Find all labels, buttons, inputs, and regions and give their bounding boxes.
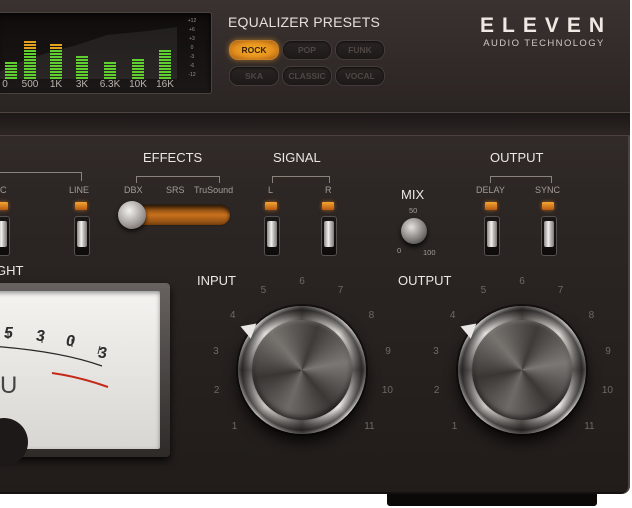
spectrum-bar bbox=[104, 62, 116, 79]
divider-band bbox=[0, 113, 630, 136]
line-toggle[interactable] bbox=[74, 216, 90, 256]
knob-scale-number: 7 bbox=[557, 284, 564, 296]
effects-slider-handle[interactable] bbox=[118, 201, 146, 229]
mix-max-label: 100 bbox=[423, 248, 436, 257]
input-toggle[interactable] bbox=[0, 216, 10, 256]
knob-scale-number: 2 bbox=[213, 385, 220, 397]
equalizer-presets-title: EQUALIZER PRESETS bbox=[228, 14, 380, 30]
db-label: +6 bbox=[189, 27, 195, 33]
brand-logo: ELEVEN AUDIO TECHNOLOGY bbox=[470, 14, 618, 49]
signal-left-label: L bbox=[268, 185, 274, 195]
input-led bbox=[0, 202, 8, 210]
db-label: +12 bbox=[187, 18, 197, 24]
output-knob-assembly: 1 2 3 4 5 6 7 8 9 10 11 bbox=[422, 270, 622, 470]
delay-led bbox=[485, 202, 497, 210]
knob-scale-number: 6 bbox=[519, 276, 525, 287]
knob-scale-number: 4 bbox=[229, 309, 236, 321]
preset-funk-button[interactable]: FUNK bbox=[335, 40, 385, 60]
knob-scale-number: 5 bbox=[260, 284, 267, 296]
mix-knob[interactable] bbox=[401, 218, 427, 244]
input-knob-assembly: 1 2 3 4 5 6 7 8 9 10 11 bbox=[202, 270, 402, 470]
spectrum-bar bbox=[159, 50, 171, 79]
knob-scale-number: 11 bbox=[584, 420, 595, 432]
freq-label-16k: 16K bbox=[156, 79, 174, 90]
amplifier-foot bbox=[387, 494, 597, 506]
knob-scale-number: 10 bbox=[601, 385, 613, 397]
signal-right-toggle[interactable] bbox=[321, 216, 337, 256]
vu-unit-label: U bbox=[0, 372, 18, 399]
knob-scale-number: 3 bbox=[213, 345, 219, 357]
signal-right-led bbox=[322, 202, 334, 210]
knob-scale-number: 6 bbox=[299, 276, 305, 287]
effect-srs-label: SRS bbox=[166, 185, 185, 195]
knob-scale-number: 3 bbox=[433, 345, 439, 357]
vu-scale-label: 3 bbox=[98, 345, 107, 362]
amplifier-panel: 0 500 1K 3K 6.3K 10K 16K +12 +6 +3 0 -3 … bbox=[0, 0, 630, 494]
spectrum-bar bbox=[132, 59, 144, 79]
signal-bracket bbox=[272, 176, 330, 183]
vu-meter-face bbox=[0, 291, 160, 449]
preset-vocal-button[interactable]: VOCAL bbox=[335, 66, 385, 86]
vu-scale-arc bbox=[0, 331, 109, 388]
preset-ska-button[interactable]: SKA bbox=[229, 66, 279, 86]
vu-scale-label: 3 bbox=[36, 328, 45, 345]
output-section-title: OUTPUT bbox=[490, 150, 544, 165]
preset-rock-button[interactable]: ROCK bbox=[229, 40, 279, 60]
db-label: -6 bbox=[189, 63, 195, 69]
input-knob-cap bbox=[252, 320, 352, 420]
spectrum-bar bbox=[76, 56, 88, 79]
preset-classic-button[interactable]: CLASSIC bbox=[282, 66, 332, 86]
knob-scale-number: 1 bbox=[451, 420, 458, 432]
input-bracket bbox=[0, 172, 82, 181]
mix-min-label: 0 bbox=[397, 246, 402, 255]
knob-scale-number: 5 bbox=[480, 284, 487, 296]
knob-scale-number: 11 bbox=[364, 420, 375, 432]
effect-trusound-label: TruSound bbox=[194, 185, 234, 195]
sync-led bbox=[542, 202, 554, 210]
vu-scale-label: 0 bbox=[66, 333, 75, 350]
db-label: -12 bbox=[188, 72, 196, 78]
light-label: GHT bbox=[0, 263, 24, 278]
effect-dbx-label: DBX bbox=[124, 185, 143, 195]
db-label: -3 bbox=[189, 54, 195, 60]
preset-pop-button[interactable]: POP bbox=[282, 40, 332, 60]
spectrum-bar bbox=[24, 41, 36, 79]
brand-name: ELEVEN bbox=[479, 14, 613, 37]
knob-scale-number: 4 bbox=[449, 309, 456, 321]
knob-scale-number: 2 bbox=[433, 385, 440, 397]
sync-toggle[interactable] bbox=[541, 216, 557, 256]
delay-toggle[interactable] bbox=[484, 216, 500, 256]
spectrum-bar bbox=[5, 62, 17, 79]
db-label: 0 bbox=[190, 45, 194, 51]
effects-bracket bbox=[136, 176, 220, 183]
mix-title: MIX bbox=[401, 187, 425, 202]
signal-left-led bbox=[265, 202, 277, 210]
brand-subtitle: AUDIO TECHNOLOGY bbox=[483, 38, 605, 49]
db-label: +3 bbox=[189, 36, 195, 42]
knob-scale-number: 9 bbox=[605, 345, 611, 357]
output-bracket bbox=[490, 176, 552, 183]
spectrum-bar bbox=[50, 44, 62, 79]
input-partial-label: C bbox=[0, 185, 7, 195]
knob-scale-number: 8 bbox=[368, 309, 375, 321]
knob-scale-number: 8 bbox=[588, 309, 595, 321]
line-led bbox=[75, 202, 87, 210]
mix-mid-label: 50 bbox=[409, 206, 418, 215]
line-label: LINE bbox=[69, 185, 90, 195]
knob-scale-number: 1 bbox=[231, 420, 238, 432]
signal-left-toggle[interactable] bbox=[264, 216, 280, 256]
signal-title: SIGNAL bbox=[273, 150, 321, 165]
effects-title: EFFECTS bbox=[143, 150, 203, 165]
knob-scale-number: 9 bbox=[385, 345, 391, 357]
spectrum-display: 0 500 1K 3K 6.3K 10K 16K +12 +6 +3 0 -3 … bbox=[0, 12, 212, 94]
knob-scale-number: 7 bbox=[337, 284, 344, 296]
output-knob-cap bbox=[472, 320, 572, 420]
delay-label: DELAY bbox=[476, 185, 505, 195]
knob-scale-number: 10 bbox=[381, 385, 393, 397]
signal-right-label: R bbox=[325, 185, 332, 195]
sync-label: SYNC bbox=[535, 185, 561, 195]
vu-scale-label: 5 bbox=[4, 325, 13, 342]
